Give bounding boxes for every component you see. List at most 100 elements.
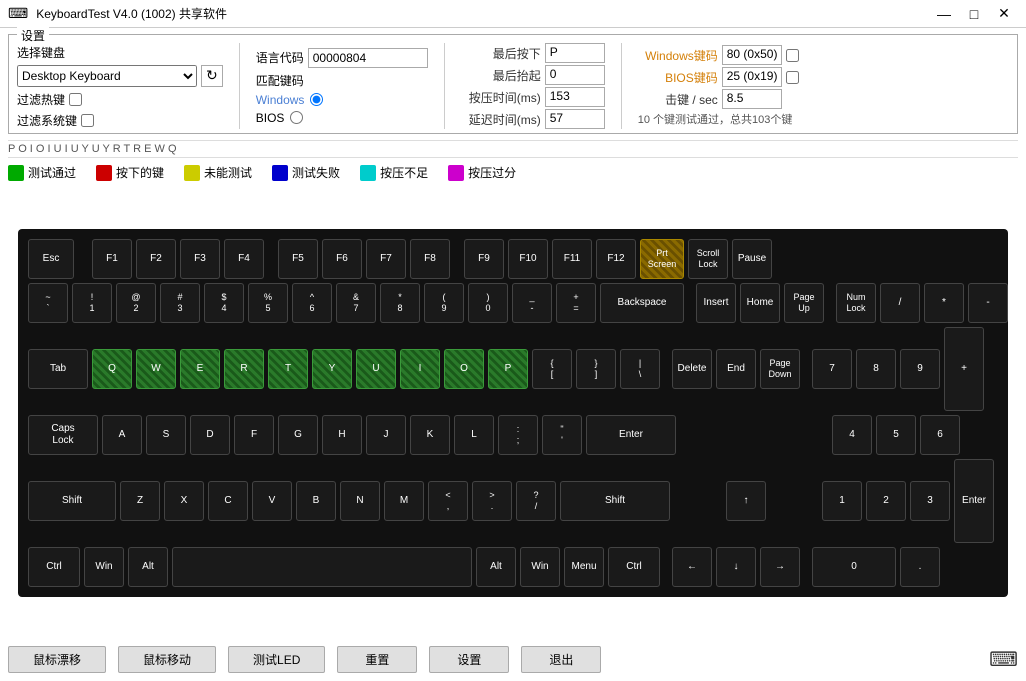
key-menu[interactable]: Menu bbox=[564, 547, 604, 587]
key-left[interactable]: ← bbox=[672, 547, 712, 587]
key-f4[interactable]: F4 bbox=[224, 239, 264, 279]
key-num1[interactable]: 1 bbox=[822, 481, 862, 521]
key-num2[interactable]: 2 bbox=[866, 481, 906, 521]
key-prtsc[interactable]: PrtScreen bbox=[640, 239, 684, 279]
key-k[interactable]: K bbox=[410, 415, 450, 455]
key-enter[interactable]: Enter bbox=[586, 415, 676, 455]
filter-system-checkbox[interactable] bbox=[81, 114, 94, 127]
key-b[interactable]: B bbox=[296, 481, 336, 521]
key-alt-right[interactable]: Alt bbox=[476, 547, 516, 587]
mouse-move-button[interactable]: 鼠标移动 bbox=[118, 646, 216, 673]
key-insert[interactable]: Insert bbox=[696, 283, 736, 323]
key-5[interactable]: %5 bbox=[248, 283, 288, 323]
key-7[interactable]: &7 bbox=[336, 283, 376, 323]
key-h[interactable]: H bbox=[322, 415, 362, 455]
key-end[interactable]: End bbox=[716, 349, 756, 389]
key-right[interactable]: → bbox=[760, 547, 800, 587]
windows-code-checkbox[interactable] bbox=[786, 49, 799, 62]
key-l[interactable]: L bbox=[454, 415, 494, 455]
key-num0[interactable]: 0 bbox=[812, 547, 896, 587]
lang-code-input[interactable]: 00000804 bbox=[308, 48, 428, 68]
key-f9[interactable]: F9 bbox=[464, 239, 504, 279]
key-6[interactable]: ^6 bbox=[292, 283, 332, 323]
key-a[interactable]: A bbox=[102, 415, 142, 455]
key-w[interactable]: W bbox=[136, 349, 176, 389]
exit-button[interactable]: 退出 bbox=[521, 646, 601, 673]
key-numplus[interactable]: + bbox=[944, 327, 984, 411]
key-pagedown[interactable]: PageDown bbox=[760, 349, 800, 389]
refresh-button[interactable]: ↻ bbox=[201, 65, 223, 87]
key-capslock[interactable]: CapsLock bbox=[28, 415, 98, 455]
key-semicolon[interactable]: :; bbox=[498, 415, 538, 455]
key-f6[interactable]: F6 bbox=[322, 239, 362, 279]
key-i[interactable]: I bbox=[400, 349, 440, 389]
key-g[interactable]: G bbox=[278, 415, 318, 455]
key-num4[interactable]: 4 bbox=[832, 415, 872, 455]
key-c[interactable]: C bbox=[208, 481, 248, 521]
key-numenter[interactable]: Enter bbox=[954, 459, 994, 543]
key-f2[interactable]: F2 bbox=[136, 239, 176, 279]
bios-radio[interactable] bbox=[290, 111, 303, 124]
key-backtick[interactable]: ~` bbox=[28, 283, 68, 323]
key-home[interactable]: Home bbox=[740, 283, 780, 323]
key-8[interactable]: *8 bbox=[380, 283, 420, 323]
key-n[interactable]: N bbox=[340, 481, 380, 521]
key-t[interactable]: T bbox=[268, 349, 308, 389]
key-quote[interactable]: "' bbox=[542, 415, 582, 455]
key-up[interactable]: ↑ bbox=[726, 481, 766, 521]
key-q[interactable]: Q bbox=[92, 349, 132, 389]
key-num8[interactable]: 8 bbox=[856, 349, 896, 389]
key-rbracket[interactable]: }] bbox=[576, 349, 616, 389]
key-pause[interactable]: Pause bbox=[732, 239, 772, 279]
key-pageup[interactable]: PageUp bbox=[784, 283, 824, 323]
key-backslash[interactable]: |\ bbox=[620, 349, 660, 389]
settings-button[interactable]: 设置 bbox=[429, 646, 509, 673]
key-f5[interactable]: F5 bbox=[278, 239, 318, 279]
key-9[interactable]: (9 bbox=[424, 283, 464, 323]
key-equals[interactable]: += bbox=[556, 283, 596, 323]
key-f12[interactable]: F12 bbox=[596, 239, 636, 279]
test-led-button[interactable]: 测试LED bbox=[228, 646, 325, 673]
key-numminus[interactable]: - bbox=[968, 283, 1008, 323]
key-j[interactable]: J bbox=[366, 415, 406, 455]
key-o[interactable]: O bbox=[444, 349, 484, 389]
key-f1[interactable]: F1 bbox=[92, 239, 132, 279]
key-s[interactable]: S bbox=[146, 415, 186, 455]
key-f8[interactable]: F8 bbox=[410, 239, 450, 279]
key-tab[interactable]: Tab bbox=[28, 349, 88, 389]
key-0[interactable]: )0 bbox=[468, 283, 508, 323]
minimize-button[interactable]: — bbox=[930, 4, 958, 24]
key-slash[interactable]: ?/ bbox=[516, 481, 556, 521]
key-v[interactable]: V bbox=[252, 481, 292, 521]
key-num6[interactable]: 6 bbox=[920, 415, 960, 455]
key-num9[interactable]: 9 bbox=[900, 349, 940, 389]
maximize-button[interactable]: □ bbox=[960, 4, 988, 24]
key-lbracket[interactable]: {[ bbox=[532, 349, 572, 389]
key-num3[interactable]: 3 bbox=[910, 481, 950, 521]
key-f11[interactable]: F11 bbox=[552, 239, 592, 279]
key-period[interactable]: >. bbox=[472, 481, 512, 521]
key-f3[interactable]: F3 bbox=[180, 239, 220, 279]
key-r[interactable]: R bbox=[224, 349, 264, 389]
filter-hotkeys-checkbox[interactable] bbox=[69, 93, 82, 106]
key-minus[interactable]: _- bbox=[512, 283, 552, 323]
key-scrlk[interactable]: ScrollLock bbox=[688, 239, 728, 279]
windows-radio[interactable] bbox=[310, 93, 323, 106]
key-2[interactable]: @2 bbox=[116, 283, 156, 323]
key-shift-left[interactable]: Shift bbox=[28, 481, 116, 521]
bios-code-checkbox[interactable] bbox=[786, 71, 799, 84]
key-4[interactable]: $4 bbox=[204, 283, 244, 323]
key-numstar[interactable]: * bbox=[924, 283, 964, 323]
key-delete[interactable]: Delete bbox=[672, 349, 712, 389]
key-f10[interactable]: F10 bbox=[508, 239, 548, 279]
key-win-left[interactable]: Win bbox=[84, 547, 124, 587]
key-z[interactable]: Z bbox=[120, 481, 160, 521]
key-p[interactable]: P bbox=[488, 349, 528, 389]
key-numslash[interactable]: / bbox=[880, 283, 920, 323]
key-esc[interactable]: Esc bbox=[28, 239, 74, 279]
key-num5[interactable]: 5 bbox=[876, 415, 916, 455]
key-comma[interactable]: <, bbox=[428, 481, 468, 521]
key-win-right[interactable]: Win bbox=[520, 547, 560, 587]
key-3[interactable]: #3 bbox=[160, 283, 200, 323]
key-1[interactable]: !1 bbox=[72, 283, 112, 323]
